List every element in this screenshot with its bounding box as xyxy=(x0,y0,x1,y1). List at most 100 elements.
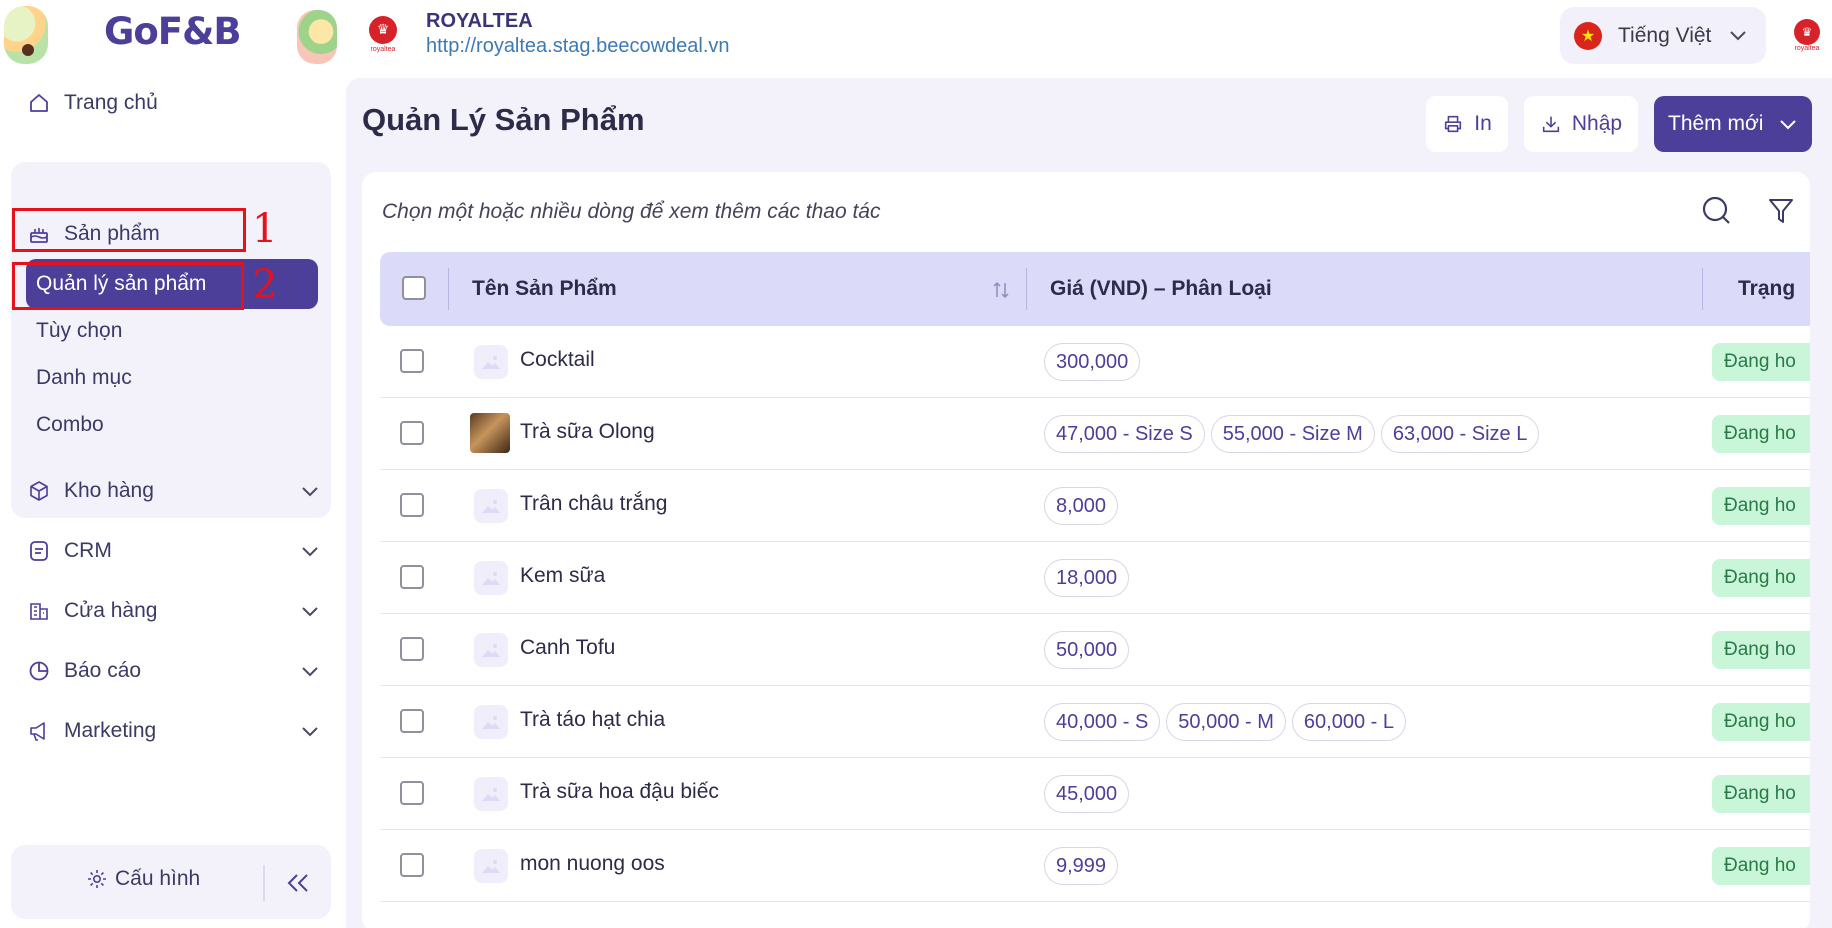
table-row[interactable]: Trà sữa Olong 47,000 - Size S 55,000 - Siz… xyxy=(380,398,1810,470)
product-name[interactable]: Cocktail xyxy=(520,348,595,372)
image-placeholder-icon xyxy=(474,489,508,523)
brand-area[interactable]: GoF&B xyxy=(0,0,345,72)
store-switcher[interactable]: ♛ royaltea ROYALTEA http://royaltea.stag… xyxy=(358,4,730,64)
product-table-card: Chọn một hoặc nhiều dòng để xem thêm các… xyxy=(362,172,1810,928)
row-checkbox[interactable] xyxy=(400,709,424,733)
crm-icon xyxy=(26,538,52,564)
sidebar-subitem-categories[interactable]: Danh mục xyxy=(26,353,318,403)
chevron-down-icon xyxy=(1730,31,1746,41)
row-checkbox[interactable] xyxy=(400,853,424,877)
page-title: Quản Lý Sản Phẩm xyxy=(362,102,645,137)
row-checkbox[interactable] xyxy=(400,349,424,373)
sidebar-item-label: CRM xyxy=(64,539,112,562)
sidebar-subitem-options[interactable]: Tùy chọn xyxy=(26,306,318,356)
column-header-status[interactable]: Trạng xyxy=(1738,252,1795,326)
search-icon[interactable] xyxy=(1700,194,1734,228)
annotation-box-2 xyxy=(12,262,244,310)
config-button[interactable]: Cấu hình xyxy=(85,867,200,891)
table-row[interactable]: Canh Tofu 50,000 Đang ho xyxy=(380,614,1810,686)
column-header-price[interactable]: Giá (VND) – Phân Loại xyxy=(1050,252,1272,326)
sidebar-item-label: Báo cáo xyxy=(64,659,142,682)
table-row[interactable]: mon nuong oos 9,999 Đang ho xyxy=(380,830,1810,902)
table-row[interactable]: Trà táo hạt chia 40,000 - S 50,000 - M 60,0… xyxy=(380,686,1810,758)
price-list: 45,000 xyxy=(1044,775,1130,813)
language-selector[interactable]: ★ Tiếng Việt xyxy=(1560,7,1766,64)
image-placeholder-icon xyxy=(474,561,508,595)
top-bar: GoF&B ♛ royaltea ROYALTEA http://royalte… xyxy=(0,0,1832,72)
annotation-number-1: 1 xyxy=(252,206,278,252)
status-badge: Đang ho xyxy=(1712,775,1810,813)
chevron-down-icon xyxy=(302,487,318,497)
sort-icon[interactable] xyxy=(992,280,1010,300)
price-chip: 60,000 - L xyxy=(1291,703,1406,741)
status-badge: Đang ho xyxy=(1712,343,1810,381)
table-row[interactable]: Cocktail 300,000 Đang ho xyxy=(380,326,1810,398)
store-name: ROYALTEA xyxy=(426,10,533,32)
vietnam-flag-icon: ★ xyxy=(1574,21,1602,50)
product-name[interactable]: Canh Tofu xyxy=(520,636,615,660)
row-checkbox[interactable] xyxy=(400,565,424,589)
price-chip: 47,000 - Size S xyxy=(1044,415,1205,453)
sidebar-item-label: Cửa hàng xyxy=(64,599,158,622)
sidebar: Trang chủ Sản phẩm Quản lý sản phẩm Tùy … xyxy=(0,72,345,928)
column-header-name[interactable]: Tên Sản Phẩm xyxy=(472,252,617,326)
box-icon xyxy=(26,478,52,504)
collapse-sidebar-icon[interactable] xyxy=(283,869,313,897)
sidebar-item-reports[interactable]: Báo cáo xyxy=(12,645,330,697)
import-button[interactable]: Nhập xyxy=(1524,96,1638,152)
user-avatar[interactable]: ♛ royaltea xyxy=(1782,8,1832,62)
product-name[interactable]: Trà sữa Olong xyxy=(520,420,655,444)
price-list: 18,000 xyxy=(1044,559,1130,597)
price-chip: 300,000 xyxy=(1044,343,1141,381)
sidebar-footer: Cấu hình xyxy=(11,845,331,919)
row-checkbox[interactable] xyxy=(400,637,424,661)
main-content: Quản Lý Sản Phẩm In Nhập Thêm mới Chọn m… xyxy=(346,78,1832,928)
food-illustration-right xyxy=(297,10,337,64)
sidebar-item-stores[interactable]: Cửa hàng xyxy=(12,585,330,637)
sidebar-subitem-combo[interactable]: Combo xyxy=(26,400,318,450)
select-all-checkbox[interactable] xyxy=(402,276,426,300)
status-badge: Đang ho xyxy=(1712,487,1810,525)
image-placeholder-icon xyxy=(474,777,508,811)
sidebar-item-label: Trang chủ xyxy=(64,91,158,114)
food-illustration-left xyxy=(4,6,48,64)
status-badge: Đang ho xyxy=(1712,847,1810,885)
price-chip: 18,000 xyxy=(1044,559,1130,597)
product-name[interactable]: Trân châu trắng xyxy=(520,492,667,516)
price-list: 9,999 xyxy=(1044,847,1119,885)
column-divider xyxy=(1026,268,1027,310)
sidebar-item-warehouse[interactable]: Kho hàng xyxy=(12,465,330,517)
megaphone-icon xyxy=(26,718,52,744)
print-label: In xyxy=(1474,112,1492,135)
annotation-number-2: 2 xyxy=(252,262,278,308)
product-name[interactable]: mon nuong oos xyxy=(520,852,665,876)
table-row[interactable]: Kem sữa 18,000 Đang ho xyxy=(380,542,1810,614)
row-checkbox[interactable] xyxy=(400,421,424,445)
row-checkbox[interactable] xyxy=(400,781,424,805)
price-list: 40,000 - S 50,000 - M 60,000 - L xyxy=(1044,703,1406,741)
print-button[interactable]: In xyxy=(1426,96,1508,152)
store-logo: ♛ royaltea xyxy=(358,9,408,59)
price-chip: 9,999 xyxy=(1044,847,1119,885)
filter-icon[interactable] xyxy=(1764,194,1798,228)
add-new-button[interactable]: Thêm mới xyxy=(1654,96,1812,152)
table-row[interactable]: Trân châu trắng 8,000 Đang ho xyxy=(380,470,1810,542)
store-url[interactable]: http://royaltea.stag.beecowdeal.vn xyxy=(426,35,730,58)
product-name[interactable]: Trà sữa hoa đậu biếc xyxy=(520,780,719,804)
sidebar-item-label: Marketing xyxy=(64,719,157,742)
chevron-down-icon xyxy=(302,607,318,617)
language-label: Tiếng Việt xyxy=(1618,23,1712,47)
home-icon xyxy=(26,90,52,116)
sidebar-item-label: Kho hàng xyxy=(64,479,154,502)
row-checkbox[interactable] xyxy=(400,493,424,517)
table-row[interactable]: Trà sữa hoa đậu biếc 45,000 Đang ho xyxy=(380,758,1810,830)
product-name[interactable]: Kem sữa xyxy=(520,564,605,588)
config-label: Cấu hình xyxy=(115,867,201,890)
sidebar-item-marketing[interactable]: Marketing xyxy=(12,705,330,757)
product-name[interactable]: Trà táo hạt chia xyxy=(520,708,665,732)
sidebar-item-crm[interactable]: CRM xyxy=(12,525,330,577)
chevron-down-icon xyxy=(302,667,318,677)
selection-hint: Chọn một hoặc nhiều dòng để xem thêm các… xyxy=(382,200,881,223)
chevron-down-icon xyxy=(302,547,318,557)
sidebar-item-home[interactable]: Trang chủ xyxy=(12,77,330,129)
